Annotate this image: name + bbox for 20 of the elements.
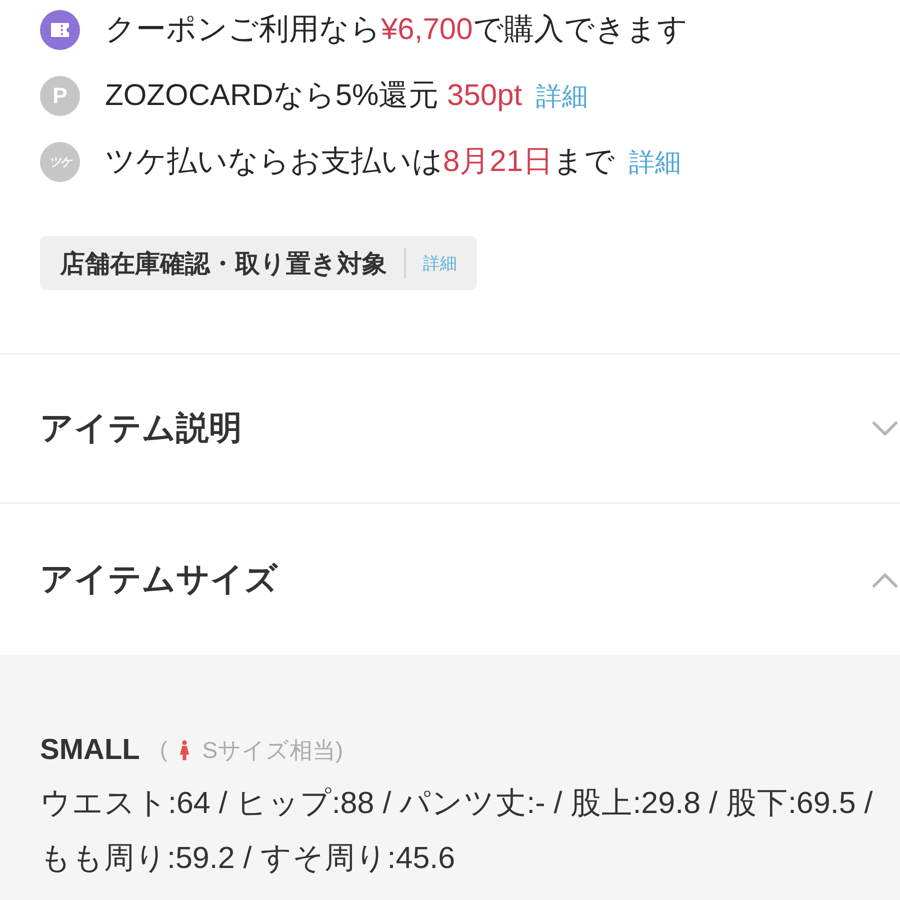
person-icon	[179, 739, 190, 761]
benefit-text: ZOZOCARDなら5%還元 350pt	[105, 78, 522, 114]
details-link[interactable]: 詳細	[423, 252, 457, 274]
benefit-text: ツケ払いならお支払いは8月21日 まで	[105, 144, 616, 180]
points-badge: P	[40, 76, 80, 116]
size-name: SMALL	[40, 734, 140, 766]
measurement-text: もも周り:59.2 / すそ周り:45.6	[40, 840, 456, 877]
size-equivalent-text: Sサイズ相当)	[202, 736, 344, 765]
chevron-up-icon[interactable]	[872, 572, 898, 588]
store-stock-label: 店舗在庫確認・取り置き対象	[60, 248, 387, 280]
chevron-down-icon[interactable]	[872, 420, 898, 436]
paren-text: (	[160, 737, 168, 763]
details-link[interactable]: 詳細	[629, 142, 682, 182]
details-link[interactable]: 詳細	[536, 76, 588, 116]
measurement-text: ウエスト:64 / ヒップ:88 / パンツ丈:- / 股上:29.8 / 股下:69.5 /	[40, 785, 873, 822]
tsuke-badge: ツケ	[40, 142, 80, 182]
benefit-text: クーポンご利用なら¥6,700で購入できます	[105, 12, 688, 48]
section-title: アイテムサイズ	[40, 559, 278, 599]
ticket-icon	[40, 10, 80, 50]
section-title: アイテム説明	[40, 408, 242, 448]
